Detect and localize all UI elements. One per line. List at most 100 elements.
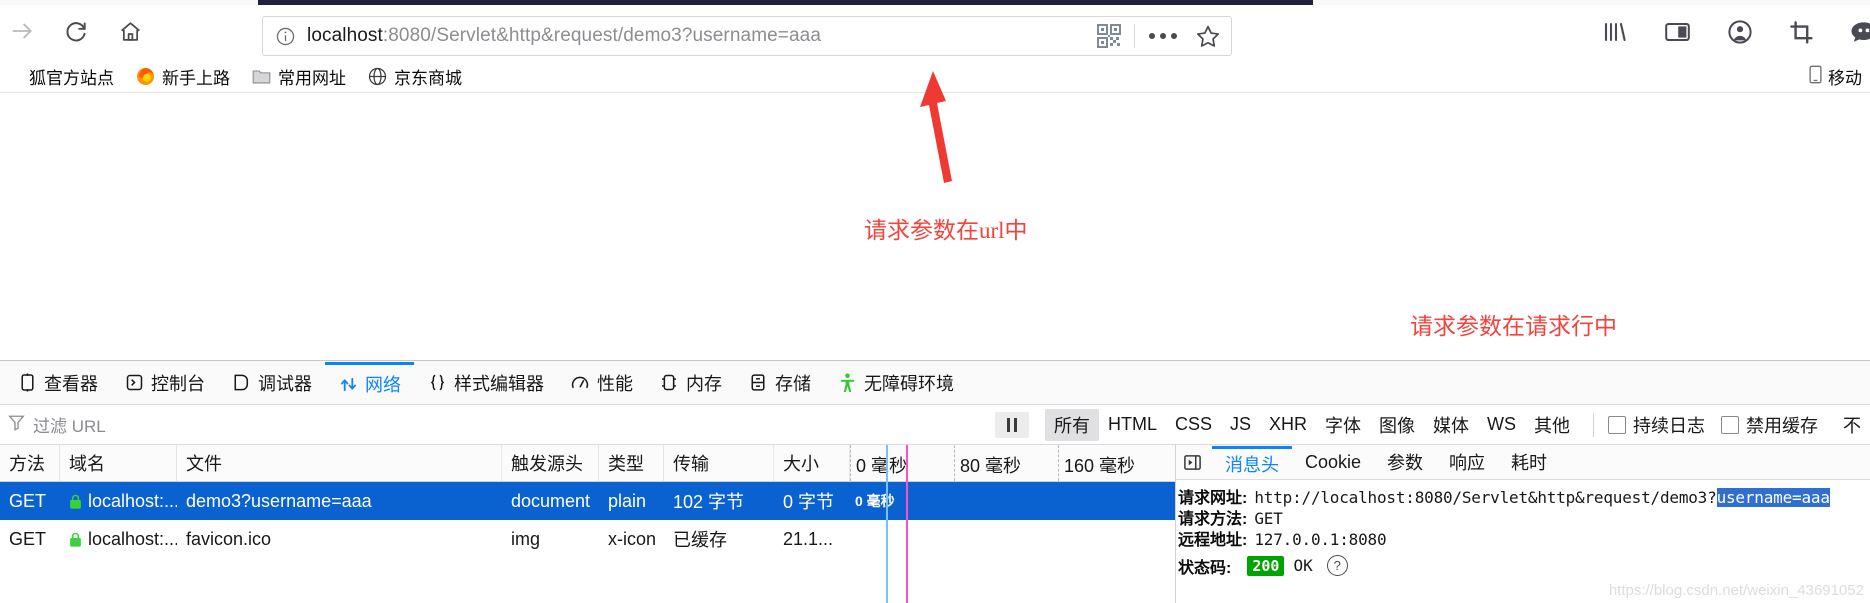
table-row[interactable]: GET localhost:... demo3?username=aaa doc… <box>0 482 1175 520</box>
bookmark-item-1[interactable]: 新手上路 <box>125 62 241 91</box>
bookmark-label: 移动 <box>1828 69 1862 88</box>
table-row[interactable]: GET localhost:... favicon.ico img x-icon… <box>0 520 1175 558</box>
info-circle-icon[interactable] <box>275 26 296 47</box>
column-header-file[interactable]: 文件 <box>177 445 502 481</box>
reload-icon[interactable] <box>62 17 90 45</box>
filter-type-ws[interactable]: WS <box>1478 411 1525 438</box>
filter-type-all[interactable]: 所有 <box>1044 408 1099 441</box>
detail-tab-cookie[interactable]: Cookie <box>1292 446 1374 479</box>
checkbox-box <box>1721 415 1739 434</box>
detail-tab-response[interactable]: 响应 <box>1436 446 1498 479</box>
column-header-method[interactable]: 方法 <box>0 445 60 481</box>
address-bar[interactable]: localhost:8080/Servlet&http&request/demo… <box>262 16 1232 56</box>
detail-row-request-method: 请求方法: GET <box>1178 505 1870 528</box>
network-content: 方法 域名 文件 触发源头 类型 传输 大小 0 毫秒 80 毫秒 160 毫秒… <box>0 445 1870 603</box>
filter-type-xhr[interactable]: XHR <box>1260 411 1316 438</box>
address-bar-actions <box>1096 23 1231 49</box>
devtools-tab-performance[interactable]: 性能 <box>557 362 646 404</box>
filter-icon <box>8 414 25 436</box>
filter-type-font[interactable]: 字体 <box>1316 409 1370 441</box>
column-header-type[interactable]: 类型 <box>599 445 664 481</box>
filter-placeholder: 过滤 URL <box>33 417 106 436</box>
devtools-tab-style-editor[interactable]: 样式编辑器 <box>414 362 557 404</box>
devtools-tab-debugger[interactable]: 调试器 <box>218 362 325 404</box>
inspector-icon <box>17 373 37 392</box>
detail-key: 远程地址: <box>1178 532 1248 549</box>
sidebar-icon[interactable] <box>1664 20 1691 44</box>
detail-row-request-url: 请求网址: http://localhost:8080/Servlet&http… <box>1178 484 1870 507</box>
style-editor-icon <box>427 373 447 392</box>
address-bar-text[interactable]: localhost:8080/Servlet&http&request/demo… <box>307 25 821 47</box>
detail-tab-headers[interactable]: 消息头 <box>1212 445 1292 479</box>
status-text: OK <box>1293 556 1313 575</box>
timeline-domcontentloaded-marker <box>886 445 888 603</box>
cell-method: GET <box>9 528 47 549</box>
bookmark-blank-icon <box>3 67 22 86</box>
filter-type-css[interactable]: CSS <box>1166 411 1221 438</box>
bookmark-item-3[interactable]: 京东商城 <box>357 62 473 91</box>
bookmark-items: 狐官方站点 新手上路 常用网址 京东商城 <box>0 62 473 91</box>
column-header-domain[interactable]: 域名 <box>60 445 177 481</box>
qr-code-icon[interactable] <box>1096 23 1122 49</box>
library-icon[interactable] <box>1602 20 1628 44</box>
cell-cause: document <box>511 490 591 511</box>
timeline-load-marker <box>906 445 908 603</box>
cell-domain: localhost:... <box>60 482 177 520</box>
pocket-chat-icon[interactable] <box>1850 20 1870 44</box>
detail-value: 127.0.0.1:8080 <box>1254 530 1387 549</box>
devtools-panel: 查看器 控制台 调试器 网络 样式编辑器 性能 内存 存储 无障碍环境 过滤 U… <box>0 360 1870 603</box>
devtools-tab-network[interactable]: 网络 <box>325 361 414 404</box>
browser-toolbar: localhost:8080/Servlet&http&request/demo… <box>0 5 1870 59</box>
detail-tab-timings[interactable]: 耗时 <box>1498 446 1560 479</box>
timeline-tick-1: 80 毫秒 <box>960 456 1022 476</box>
filter-type-other[interactable]: 其他 <box>1525 409 1579 441</box>
filter-type-media[interactable]: 媒体 <box>1424 409 1478 441</box>
filter-type-image[interactable]: 图像 <box>1370 409 1424 441</box>
console-icon <box>124 374 144 391</box>
cell-size: 0 字节 <box>783 492 835 512</box>
checkbox-persist-logs[interactable]: 持续日志 <box>1608 412 1705 438</box>
question-circle-icon[interactable]: ? <box>1326 555 1348 576</box>
lock-icon <box>70 494 81 509</box>
bookmark-label: 狐官方站点 <box>29 69 114 88</box>
devtools-tab-inspector[interactable]: 查看器 <box>4 362 111 404</box>
home-icon[interactable] <box>116 17 144 45</box>
column-header-transferred[interactable]: 传输 <box>664 445 774 481</box>
devtools-tab-memory[interactable]: 内存 <box>646 362 735 404</box>
checkbox-disable-cache[interactable]: 禁用缓存 <box>1721 412 1818 438</box>
column-header-cause[interactable]: 触发源头 <box>502 445 599 481</box>
screenshot-crop-icon[interactable] <box>1789 20 1814 45</box>
filter-url-input[interactable]: 过滤 URL <box>0 412 995 437</box>
checkbox-box <box>1608 415 1626 434</box>
devtools-tab-console[interactable]: 控制台 <box>111 362 218 404</box>
memory-icon <box>659 373 679 392</box>
devtools-tab-label: 控制台 <box>151 373 205 394</box>
devtools-tab-storage[interactable]: 存储 <box>735 362 824 404</box>
bookmark-item-0[interactable]: 狐官方站点 <box>0 62 125 91</box>
devtools-tab-label: 样式编辑器 <box>454 373 544 394</box>
pause-icon[interactable] <box>994 411 1029 438</box>
detail-tab-params[interactable]: 参数 <box>1374 446 1436 479</box>
navigation-buttons <box>8 17 144 45</box>
ellipsis-icon[interactable] <box>1149 33 1177 39</box>
detail-rows: 请求网址: http://localhost:8080/Servlet&http… <box>1176 480 1870 579</box>
arrow-right-icon[interactable] <box>8 17 36 45</box>
annotation-text-requestline: 请求参数在请求行中 <box>1410 314 1617 339</box>
debugger-icon <box>231 373 251 392</box>
detail-value-highlight[interactable]: username=aaa <box>1716 488 1830 507</box>
checkbox-label: 禁用缓存 <box>1746 415 1818 436</box>
watermark: https://blog.csdn.net/weixin_43691052 <box>1608 582 1864 599</box>
filter-type-html[interactable]: HTML <box>1099 411 1166 438</box>
devtools-tab-accessibility[interactable]: 无障碍环境 <box>824 362 967 404</box>
bookmark-item-mobile[interactable]: 移动 <box>1809 64 1862 89</box>
filter-overflow-label[interactable]: 不 <box>1834 409 1870 441</box>
cell-domain: localhost:... <box>60 520 177 558</box>
bookmark-item-2[interactable]: 常用网址 <box>241 62 357 91</box>
filter-divider <box>1593 412 1594 437</box>
account-icon[interactable] <box>1727 19 1753 45</box>
expand-panel-icon[interactable] <box>1180 451 1204 473</box>
annotation-arrow-1 <box>920 71 952 183</box>
column-header-size[interactable]: 大小 <box>774 445 850 481</box>
filter-type-js[interactable]: JS <box>1221 411 1260 438</box>
star-icon[interactable] <box>1195 23 1221 49</box>
